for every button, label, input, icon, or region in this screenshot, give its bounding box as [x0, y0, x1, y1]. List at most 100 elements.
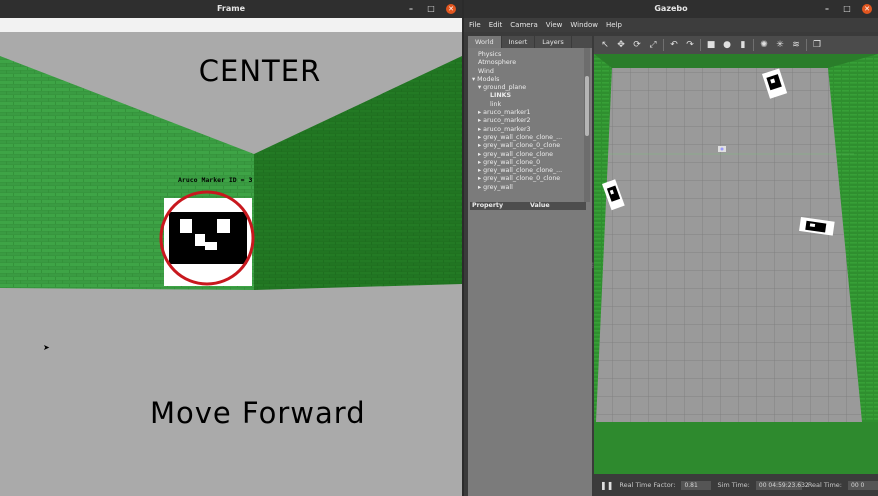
collapse-arrow-icon[interactable]: ▸: [478, 184, 481, 191]
toolbar-separator: [806, 39, 807, 51]
tree-item-label: aruco_marker3: [483, 125, 531, 133]
scene-panel: ↖ ✥ ⟳ ⤢ ↶ ↷ ■ ● ▮ ✺ ✳ ≋ ❐ ❚❚ Real Time F…: [594, 36, 878, 496]
value-column-header: Value: [530, 202, 550, 209]
collapse-arrow-icon[interactable]: ▸: [478, 117, 481, 124]
tree-item[interactable]: ▸ aruco_marker2: [468, 117, 586, 125]
tab-layers[interactable]: Layers: [535, 36, 572, 48]
close-icon[interactable]: ✕: [446, 4, 456, 14]
pause-icon[interactable]: ❚❚: [600, 481, 613, 490]
tree-item[interactable]: ▸ grey_wall_clone_clone: [468, 151, 586, 159]
real-time-value: 00 0: [848, 480, 878, 490]
minimize-icon[interactable]: –: [822, 4, 832, 14]
gazebo-menubar: File Edit Camera View Window Help: [464, 18, 878, 32]
frame-toolbar-strip: [0, 18, 462, 32]
gazebo-title: Gazebo: [654, 4, 688, 13]
rotate-icon[interactable]: ⟳: [631, 39, 643, 51]
sim-time-label: Sim Time:: [717, 481, 750, 489]
menu-file[interactable]: File: [469, 21, 481, 29]
tree-item[interactable]: ▸ grey_wall_clone_clone_...: [468, 134, 586, 142]
tree-scrollbar[interactable]: [584, 48, 590, 202]
scene-toolbar: ↖ ✥ ⟳ ⤢ ↶ ↷ ■ ● ▮ ✺ ✳ ≋ ❐: [594, 36, 878, 54]
close-icon[interactable]: ✕: [862, 4, 872, 14]
translate-icon[interactable]: ✥: [615, 39, 627, 51]
real-time-factor-label: Real Time Factor:: [619, 481, 676, 489]
3d-viewport[interactable]: [594, 54, 878, 474]
redo-icon[interactable]: ↷: [684, 39, 696, 51]
maximize-icon[interactable]: □: [842, 4, 852, 14]
viewport-scene: [594, 54, 878, 474]
spot-light-icon[interactable]: ✳: [774, 39, 786, 51]
tree-item[interactable]: Wind: [468, 68, 586, 76]
frame-window: Frame – □ ✕ CENTER Aruco Marker ID = 3 M…: [0, 0, 462, 496]
menu-camera[interactable]: Camera: [510, 21, 537, 29]
tree-item-label: grey_wall_clone_clone_...: [483, 167, 563, 175]
tree-item-label: grey_wall_clone_0_clone: [483, 142, 561, 150]
property-header: Property Value: [470, 202, 586, 210]
menu-window[interactable]: Window: [570, 21, 598, 29]
collapse-arrow-icon[interactable]: ▸: [478, 167, 481, 174]
center-status-text: CENTER: [198, 54, 322, 88]
world-tree[interactable]: Physics Atmosphere Wind ▾ Models ▾ ground_plan…: [468, 51, 586, 201]
scale-icon[interactable]: ⤢: [647, 39, 659, 51]
tree-item-label: aruco_marker1: [483, 109, 531, 117]
tree-item[interactable]: ▸ grey_wall_clone_0_clone: [468, 142, 586, 150]
undo-icon[interactable]: ↶: [668, 39, 680, 51]
real-time-factor-value: 0.81: [681, 480, 712, 490]
tab-world[interactable]: World: [468, 36, 502, 48]
maximize-icon[interactable]: □: [426, 4, 436, 14]
select-arrow-icon[interactable]: ↖: [599, 39, 611, 51]
tree-item[interactable]: link: [468, 101, 586, 109]
menu-edit[interactable]: Edit: [489, 21, 503, 29]
sim-time-value: 00 04:59:23.632: [755, 480, 809, 490]
aruco-id-text: Aruco Marker ID = 3: [178, 176, 253, 184]
tree-item[interactable]: Physics: [468, 51, 586, 59]
tree-item[interactable]: ▸ aruco_marker1: [468, 109, 586, 117]
toolbar-separator: [753, 39, 754, 51]
tree-item[interactable]: Atmosphere: [468, 59, 586, 67]
menu-view[interactable]: View: [546, 21, 563, 29]
tree-item-label: aruco_marker2: [483, 117, 531, 125]
collapse-arrow-icon[interactable]: ▸: [478, 109, 481, 116]
mouse-pointer-icon: ➤: [43, 343, 50, 352]
collapse-arrow-icon[interactable]: ▸: [478, 142, 481, 149]
collapse-arrow-icon[interactable]: ▸: [478, 126, 481, 133]
tree-item[interactable]: ▾ Models: [468, 76, 586, 84]
tree-item[interactable]: ▸ aruco_marker3: [468, 126, 586, 134]
copy-icon[interactable]: ❐: [811, 39, 823, 51]
box-shape-icon[interactable]: ■: [705, 39, 717, 51]
menu-help[interactable]: Help: [606, 21, 622, 29]
toolbar-separator: [663, 39, 664, 51]
toolbar-separator: [700, 39, 701, 51]
tree-item[interactable]: ▸ grey_wall_clone_0: [468, 159, 586, 167]
expand-arrow-icon[interactable]: ▾: [472, 76, 475, 83]
world-panel: World Insert Layers Physics Atmosphere Win…: [468, 36, 592, 496]
gazebo-titlebar[interactable]: Gazebo – □ ✕: [464, 0, 878, 18]
expand-arrow-icon[interactable]: ▾: [478, 84, 481, 91]
collapse-arrow-icon[interactable]: ▸: [478, 134, 481, 141]
tree-item-label: grey_wall_clone_0_clone: [483, 175, 561, 183]
directional-light-icon[interactable]: ≋: [790, 39, 802, 51]
collapse-arrow-icon[interactable]: ▸: [478, 175, 481, 182]
minimize-icon[interactable]: –: [406, 4, 416, 14]
tree-item[interactable]: ▸ grey_wall_clone_clone_...: [468, 167, 586, 175]
sphere-shape-icon[interactable]: ●: [721, 39, 733, 51]
property-column-header: Property: [472, 202, 504, 209]
frame-titlebar[interactable]: Frame – □ ✕: [0, 0, 462, 18]
robot-model[interactable]: [718, 146, 726, 152]
gazebo-window: Gazebo – □ ✕ File Edit Camera View Windo…: [464, 0, 878, 496]
cylinder-shape-icon[interactable]: ▮: [737, 39, 749, 51]
tree-scrollbar-thumb[interactable]: [585, 76, 589, 136]
tree-item[interactable]: ▸ grey_wall: [468, 184, 586, 192]
point-light-icon[interactable]: ✺: [758, 39, 770, 51]
tree-item[interactable]: ▸ grey_wall_clone_0_clone: [468, 175, 586, 183]
status-bar: ❚❚ Real Time Factor: 0.81 Sim Time: 00 0…: [594, 474, 878, 496]
tree-item-label: LINKS: [490, 92, 512, 100]
tree-item[interactable]: ▾ ground_plane: [468, 84, 586, 92]
tab-insert[interactable]: Insert: [502, 36, 536, 48]
collapse-arrow-icon[interactable]: ▸: [478, 151, 481, 158]
move-command-text: Move Forward: [150, 396, 366, 430]
tree-item-label: grey_wall_clone_0: [483, 158, 541, 166]
tree-item[interactable]: LINKS: [468, 92, 586, 100]
tree-item-label: ground_plane: [483, 84, 527, 92]
collapse-arrow-icon[interactable]: ▸: [478, 159, 481, 166]
